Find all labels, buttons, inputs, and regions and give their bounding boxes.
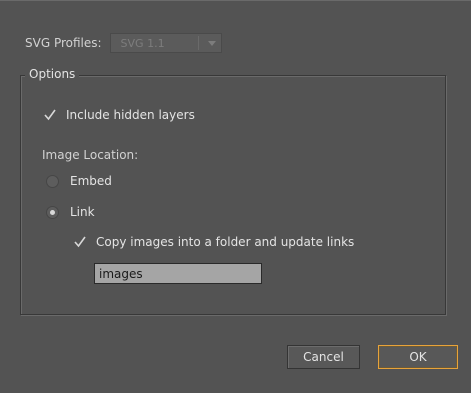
checkmark-icon xyxy=(74,236,86,248)
include-hidden-layers-label: Include hidden layers xyxy=(66,108,195,122)
svg-profiles-dropdown[interactable]: SVG 1.1 xyxy=(109,33,222,53)
cancel-button[interactable]: Cancel xyxy=(287,345,360,369)
include-hidden-layers-row[interactable]: Include hidden layers xyxy=(43,105,195,125)
image-location-label: Image Location: xyxy=(42,148,139,162)
folder-name-input[interactable] xyxy=(94,263,262,284)
chevron-down-icon[interactable] xyxy=(203,40,221,46)
checkmark-icon xyxy=(44,109,56,121)
ok-button[interactable]: OK xyxy=(378,345,458,369)
embed-radio-row[interactable]: Embed xyxy=(46,171,112,191)
radio-selected-dot xyxy=(50,209,55,215)
svg-profiles-value: SVG 1.1 xyxy=(120,36,165,50)
link-radio[interactable] xyxy=(46,205,59,219)
dropdown-divider xyxy=(197,36,199,50)
copy-images-label: Copy images into a folder and update lin… xyxy=(96,235,355,249)
copy-images-checkbox[interactable] xyxy=(73,235,87,249)
svg-profiles-label: SVG Profiles: xyxy=(25,36,102,50)
options-legend: Options xyxy=(25,67,80,81)
copy-images-row[interactable]: Copy images into a folder and update lin… xyxy=(73,232,354,252)
include-hidden-layers-checkbox[interactable] xyxy=(43,108,57,122)
embed-label: Embed xyxy=(70,174,112,188)
image-location-heading-row: Image Location: xyxy=(42,145,138,165)
embed-radio[interactable] xyxy=(46,174,59,188)
link-label: Link xyxy=(70,205,95,219)
link-radio-row[interactable]: Link xyxy=(46,202,95,222)
svg-profiles-row: SVG Profiles: SVG 1.1 xyxy=(25,32,222,54)
svg-options-dialog: SVG Profiles: SVG 1.1 Options Include hi… xyxy=(0,0,471,393)
